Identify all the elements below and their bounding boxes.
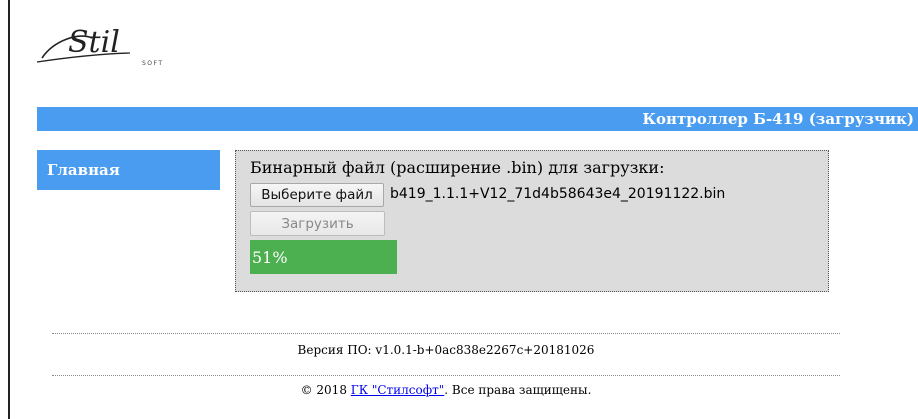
upload-progress-bar: 51% — [250, 240, 539, 274]
copyright-suffix: . Все права защищены. — [444, 383, 592, 397]
choose-file-button[interactable]: Выберите файл — [250, 183, 384, 207]
footer-divider-top — [52, 333, 840, 334]
copyright-prefix: © 2018 — [300, 383, 351, 397]
left-border-line — [8, 0, 10, 419]
page-title: Контроллер Б-419 (загрузчик) — [642, 110, 914, 128]
stilsoft-logo: Stil SOFT — [34, 18, 184, 78]
upload-button[interactable]: Загрузить — [250, 211, 385, 236]
nav-item-main-label: Главная — [47, 161, 120, 179]
company-link[interactable]: ГК "Стилсофт" — [351, 383, 445, 397]
footer-divider-bottom — [52, 375, 840, 376]
logo-subtext: SOFT — [142, 60, 164, 67]
stilsoft-logo-graphic: Stil SOFT — [36, 25, 164, 67]
header-bar: Контроллер Б-419 (загрузчик) — [37, 107, 918, 131]
copyright-notice: © 2018 ГК "Стилсофт". Все права защищены… — [52, 383, 840, 397]
logo-text: Stil — [68, 25, 120, 60]
upload-prompt: Бинарный файл (расширение .bin) для загр… — [250, 158, 665, 177]
selected-file-name: b419_1.1.1+V12_71d4b58643e4_20191122.bin — [390, 186, 726, 202]
upload-panel: Бинарный файл (расширение .bin) для загр… — [235, 150, 829, 292]
firmware-version: Версия ПО: v1.0.1-b+0ac838e2267c+2018102… — [297, 343, 595, 357]
upload-progress-text: 51% — [252, 247, 288, 267]
nav-item-main[interactable]: Главная — [37, 150, 220, 190]
